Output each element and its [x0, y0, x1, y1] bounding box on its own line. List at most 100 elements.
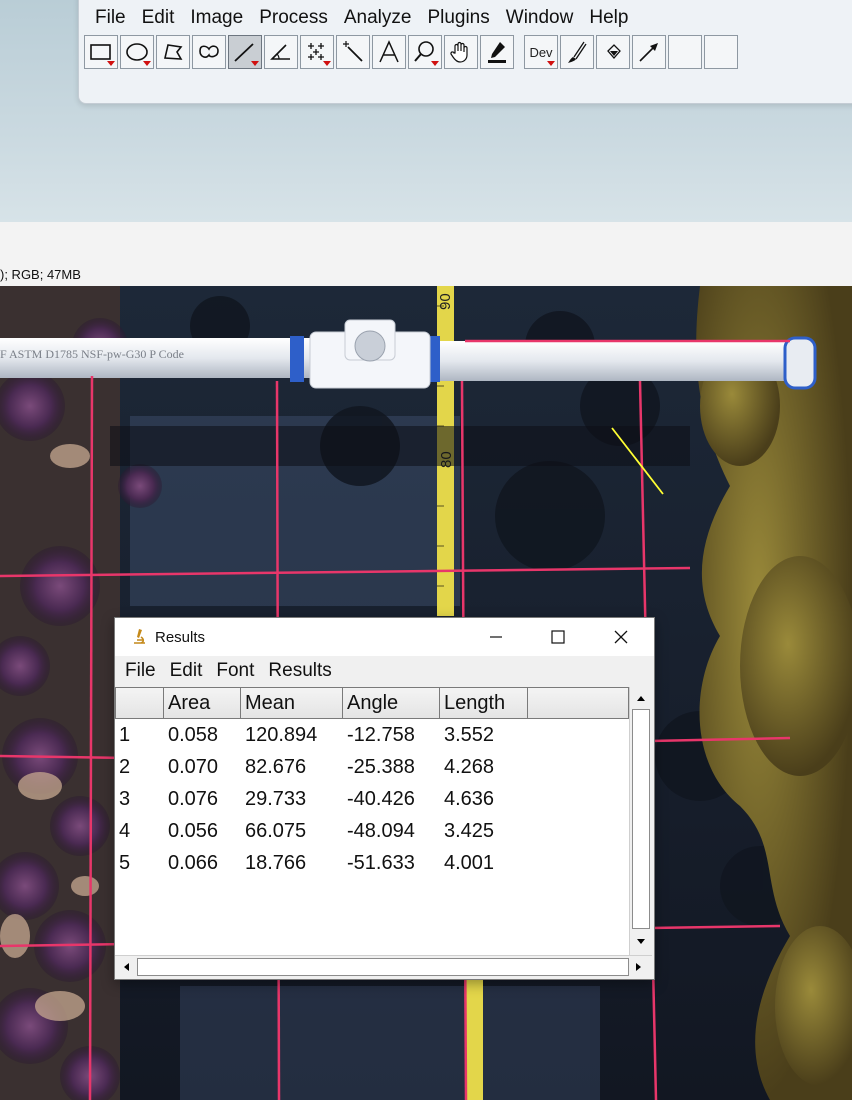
image-subtitle: ); RGB; 47MB — [0, 266, 852, 286]
scroll-left-button[interactable] — [117, 958, 135, 976]
arrow-tool-button[interactable] — [632, 35, 666, 69]
menu-edit[interactable]: Edit — [134, 6, 183, 30]
wand-tool-icon — [343, 41, 363, 62]
cell-mean: 82.676 — [245, 756, 307, 778]
polygon-tool-button[interactable] — [156, 35, 190, 69]
imagej-main-window: File Edit Image Process Analyze Plugins … — [78, 0, 852, 104]
results-window: Results File Edit Font Results Area Mean… — [114, 617, 655, 980]
cell-area: 0.056 — [168, 820, 219, 842]
cell-mean: 120.894 — [245, 724, 318, 746]
cell-length: 3.425 — [444, 820, 495, 842]
menu-image[interactable]: Image — [182, 6, 251, 30]
table-row[interactable]: 5 0.066 18.766 -51.633 4.001 — [115, 847, 629, 879]
cell-area: 0.070 — [168, 756, 219, 778]
table-row[interactable]: 4 0.056 66.075 -48.094 3.425 — [115, 815, 629, 847]
cell-mean: 18.766 — [245, 852, 307, 874]
imagej-toolbar: Dev — [84, 35, 738, 69]
text-tool-icon — [379, 40, 399, 63]
row-index: 4 — [119, 820, 131, 842]
imagej-menubar: File Edit Image Process Analyze Plugins … — [87, 6, 636, 30]
results-menu-file[interactable]: File — [118, 660, 163, 682]
hand-tool-icon — [450, 41, 468, 63]
cell-angle: -51.633 — [347, 852, 415, 874]
tape-label-90: 90 — [437, 293, 454, 310]
cell-area: 0.066 — [168, 852, 219, 874]
results-titlebar[interactable]: Results — [115, 618, 654, 656]
results-table[interactable]: Area Mean Angle Length 1 0.058 120.894 -… — [115, 687, 629, 955]
cell-mean: 66.075 — [245, 820, 307, 842]
angle-tool-button[interactable] — [264, 35, 298, 69]
maximize-icon — [551, 630, 565, 644]
cell-angle: -40.426 — [347, 788, 415, 810]
brush-tool-icon — [568, 41, 587, 63]
row-index: 3 — [119, 788, 131, 810]
menu-file[interactable]: File — [87, 6, 134, 30]
menu-process[interactable]: Process — [251, 6, 336, 30]
rectangle-tool-button[interactable] — [84, 35, 118, 69]
menu-window[interactable]: Window — [498, 6, 582, 30]
oval-tool-button[interactable] — [120, 35, 154, 69]
magnifier-tool-button[interactable] — [408, 35, 442, 69]
cell-area: 0.076 — [168, 788, 219, 810]
column-header-mean[interactable]: Mean — [241, 687, 343, 719]
flood-fill-tool-button[interactable] — [596, 35, 630, 69]
column-header-index[interactable] — [115, 687, 164, 719]
minimize-icon — [490, 636, 502, 638]
cell-area: 0.058 — [168, 724, 219, 746]
column-header-empty[interactable] — [528, 687, 629, 719]
horizontal-scrollbar[interactable] — [115, 955, 652, 978]
menu-plugins[interactable]: Plugins — [419, 6, 497, 30]
minimize-button[interactable] — [465, 618, 527, 656]
text-tool-button[interactable] — [372, 35, 406, 69]
brush-tool-button[interactable] — [560, 35, 594, 69]
arrow-tool-icon — [639, 43, 658, 62]
table-header-row: Area Mean Angle Length — [115, 687, 629, 719]
close-icon — [614, 630, 628, 644]
cell-angle: -48.094 — [347, 820, 415, 842]
scroll-right-button[interactable] — [630, 958, 648, 976]
multi-point-tool-button[interactable] — [300, 35, 334, 69]
close-button[interactable] — [590, 618, 652, 656]
column-header-length[interactable]: Length — [440, 687, 528, 719]
scroll-up-button[interactable] — [632, 689, 650, 707]
results-menu-font[interactable]: Font — [209, 660, 261, 682]
arrow-down-icon — [637, 939, 645, 944]
imagej-microscope-icon — [134, 629, 145, 644]
menu-analyze[interactable]: Analyze — [336, 6, 420, 30]
scroll-down-button[interactable] — [632, 933, 650, 951]
vertical-scrollbar[interactable] — [629, 687, 653, 955]
column-header-angle[interactable]: Angle — [343, 687, 440, 719]
dev-menu-tool-icon: Dev — [529, 44, 553, 60]
wand-tool-button[interactable] — [336, 35, 370, 69]
arrow-up-icon — [637, 696, 645, 701]
freehand-tool-button[interactable] — [192, 35, 226, 69]
hand-tool-button[interactable] — [444, 35, 478, 69]
dev-menu-tool-button[interactable]: Dev — [524, 35, 558, 69]
row-index: 2 — [119, 756, 131, 778]
row-index: 5 — [119, 852, 131, 874]
freehand-tool-icon — [199, 45, 219, 58]
cell-length: 3.552 — [444, 724, 495, 746]
column-header-area[interactable]: Area — [164, 687, 241, 719]
color-picker-tool-icon — [488, 42, 506, 63]
straight-line-tool-button[interactable] — [228, 35, 262, 69]
cell-length: 4.636 — [444, 788, 495, 810]
flood-fill-tool-icon — [607, 44, 621, 59]
menu-help[interactable]: Help — [581, 6, 636, 30]
table-row[interactable]: 2 0.070 82.676 -25.388 4.268 — [115, 751, 629, 783]
empty-tool-slot[interactable] — [704, 35, 738, 69]
table-row[interactable]: 3 0.076 29.733 -40.426 4.636 — [115, 783, 629, 815]
cell-length: 4.001 — [444, 852, 495, 874]
cell-angle: -25.388 — [347, 756, 415, 778]
table-row[interactable]: 1 0.058 120.894 -12.758 3.552 — [115, 719, 629, 751]
results-menu-edit[interactable]: Edit — [163, 660, 210, 682]
empty-tool-slot[interactable] — [668, 35, 702, 69]
arrow-left-icon — [124, 963, 129, 971]
cell-angle: -12.758 — [347, 724, 415, 746]
vertical-scroll-thumb[interactable] — [632, 709, 650, 929]
horizontal-scroll-thumb[interactable] — [137, 958, 629, 976]
maximize-button[interactable] — [527, 618, 589, 656]
color-picker-tool-button[interactable] — [480, 35, 514, 69]
row-index: 1 — [119, 724, 131, 746]
results-menu-results[interactable]: Results — [261, 660, 338, 682]
